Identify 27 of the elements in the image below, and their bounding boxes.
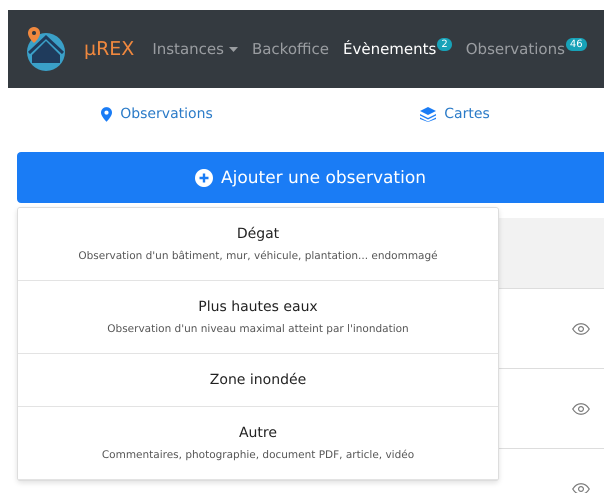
layers-icon <box>420 106 436 122</box>
menu-item[interactable]: Dégat Observation d'un bâtiment, mur, véhicule, plantation... endommagé <box>18 208 498 281</box>
menu-item-title: Zone inondée <box>210 372 306 388</box>
nav-link[interactable]: Backoffice <box>252 40 329 58</box>
eye-icon[interactable] <box>572 402 590 414</box>
brand-name[interactable]: µREX <box>84 38 134 60</box>
menu-item-description: Observation d'un bâtiment, mur, véhicule, plantation... endommagé <box>78 250 438 262</box>
nav-link[interactable]: Instances <box>152 40 238 58</box>
menu-item[interactable]: Zone inondée <box>18 354 498 407</box>
tab[interactable]: Cartes <box>306 106 604 122</box>
nav-link[interactable]: Observations 46 <box>466 40 587 58</box>
count-badge: 46 <box>566 38 587 50</box>
menu-item-description: Commentaires, photographie, document PDF, article, vidéo <box>102 449 414 461</box>
menu-item-title: Dégat <box>236 226 280 242</box>
menu-item-description: Observation d'un niveau maximal atteint par l'inondation <box>107 323 409 335</box>
plus-circle-icon <box>195 168 213 186</box>
eye-icon[interactable] <box>572 322 590 334</box>
tab[interactable]: Observations <box>8 106 306 122</box>
menu-item[interactable]: Plus hautes eaux Observation d'un niveau maximal atteint par l'inondation <box>18 281 498 354</box>
map-pin-icon <box>101 106 112 122</box>
count-badge: 2 <box>437 38 452 50</box>
menu-item-title: Autre <box>238 425 277 441</box>
menu-item[interactable]: Autre Commentaires, photographie, document PDF, article, vidéo <box>18 407 498 480</box>
eye-icon[interactable] <box>572 482 590 493</box>
nav-link[interactable]: Évènements 2 <box>342 40 452 58</box>
add-observation-button[interactable]: Ajouter une observation <box>17 152 604 203</box>
menu-item-title: Plus hautes eaux <box>198 299 318 315</box>
